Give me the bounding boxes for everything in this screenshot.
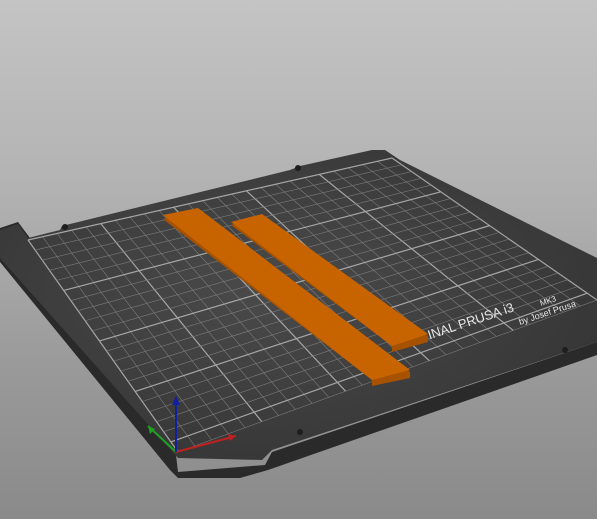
3d-viewport[interactable]: ORIGINAL PRUSA i3 MK3 by Josef Prusa bbox=[0, 0, 597, 519]
mount-hole bbox=[295, 165, 301, 171]
mount-hole bbox=[562, 347, 568, 353]
mount-hole bbox=[62, 224, 68, 230]
build-plate-scene[interactable]: ORIGINAL PRUSA i3 MK3 by Josef Prusa bbox=[0, 0, 597, 519]
mount-hole bbox=[297, 429, 303, 435]
